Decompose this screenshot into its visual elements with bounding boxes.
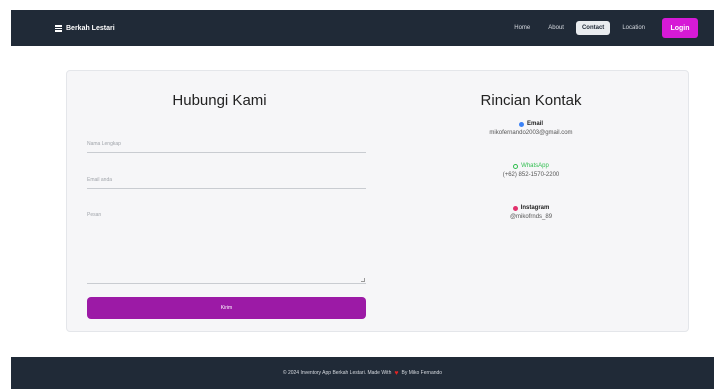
nav-links: Home About Contact Location Login — [502, 10, 698, 46]
contact-email: Email mikofernando2003@gmail.com — [372, 121, 690, 136]
heart-icon: ♥ — [394, 369, 399, 377]
brand[interactable]: Berkah Lestari — [55, 10, 115, 46]
name-input[interactable]: Nama Lengkap — [87, 141, 366, 153]
whatsapp-icon — [513, 163, 519, 169]
email-icon — [518, 121, 524, 127]
inventory-icon — [55, 24, 62, 32]
contact-title: Rincian Kontak — [480, 92, 582, 109]
instagram-value[interactable]: @mikofrnds_89 — [372, 214, 690, 220]
contact-card: Hubungi Kami Nama Lengkap Email anda Pes… — [66, 70, 689, 332]
footer-text: © 2024 Inventory App Berkah Lestari. Mad… — [282, 370, 392, 376]
message-textarea[interactable]: Pesan — [87, 212, 366, 284]
submit-button[interactable]: Kirim — [87, 297, 366, 319]
nav-home[interactable]: Home — [508, 21, 536, 35]
email-label: Email — [526, 121, 543, 127]
email-input[interactable]: Email anda — [87, 177, 366, 189]
navbar: Berkah Lestari Home About Contact Locati… — [11, 10, 714, 46]
whatsapp-value[interactable]: (+62) 852-1570-2200 — [372, 172, 690, 178]
whatsapp-label: WhatsApp — [521, 163, 549, 169]
login-button[interactable]: Login — [662, 18, 698, 38]
instagram-heading: Instagram — [372, 205, 690, 211]
brand-name: Berkah Lestari — [66, 24, 115, 32]
footer: © 2024 Inventory App Berkah Lestari. Mad… — [11, 357, 714, 389]
message-placeholder: Pesan — [87, 212, 102, 218]
nav-contact[interactable]: Contact — [575, 21, 611, 35]
instagram-icon — [512, 205, 518, 211]
nav-about[interactable]: About — [542, 21, 570, 35]
whatsapp-heading: WhatsApp — [372, 163, 690, 169]
resize-handle[interactable] — [361, 278, 365, 282]
email-heading: Email — [372, 121, 690, 127]
footer-author: By Miko Fernando — [401, 370, 443, 376]
instagram-label: Instagram — [520, 205, 550, 211]
contact-instagram: Instagram @mikofrnds_89 — [372, 205, 690, 220]
nav-location[interactable]: Location — [616, 21, 651, 35]
email-value[interactable]: mikofernando2003@gmail.com — [372, 130, 690, 136]
contact-whatsapp: WhatsApp (+62) 852-1570-2200 — [372, 163, 690, 178]
form-title: Hubungi Kami — [172, 92, 267, 109]
